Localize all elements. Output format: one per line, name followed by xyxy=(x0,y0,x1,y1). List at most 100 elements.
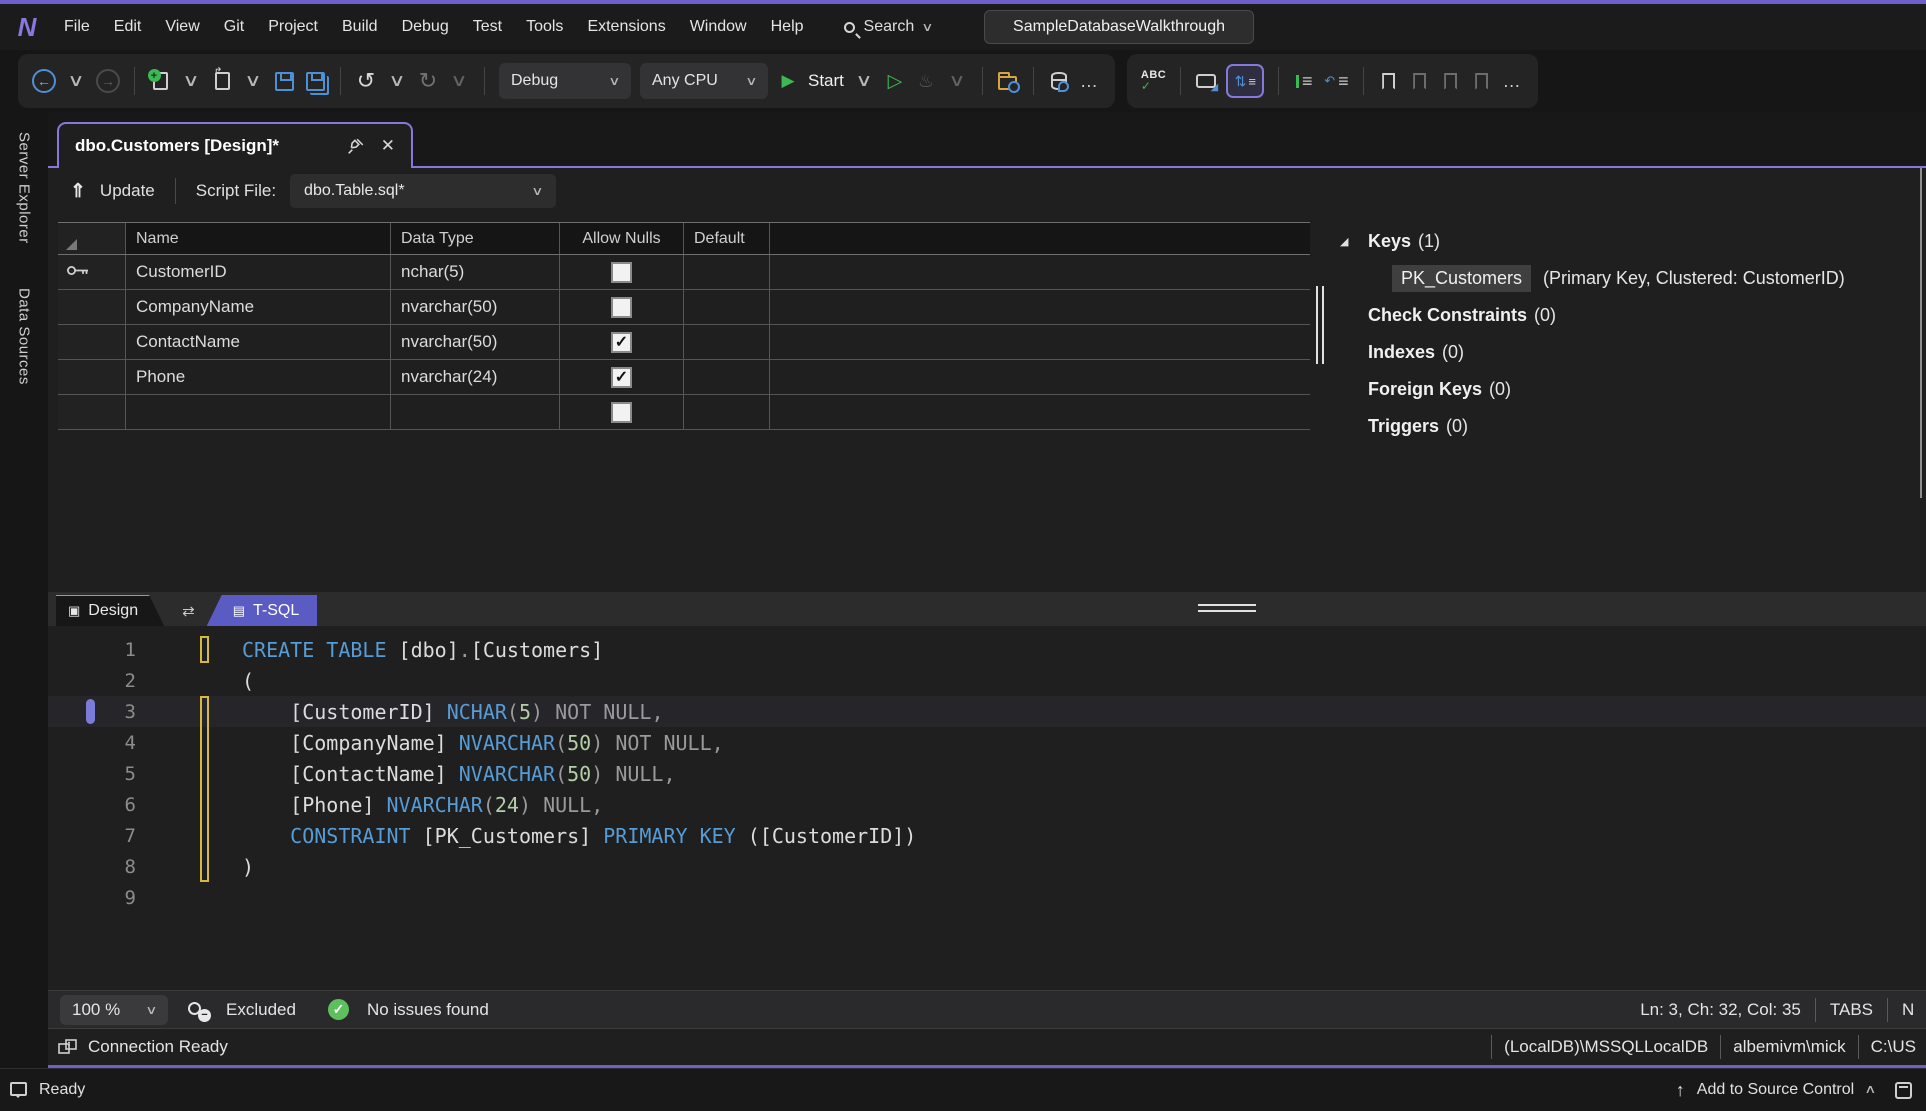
toolbar-overflow-button-2[interactable]: … xyxy=(1502,66,1524,96)
new-file-dropdown[interactable]: ∨ xyxy=(176,66,207,96)
cell-allow-nulls[interactable]: ✓ xyxy=(560,325,684,359)
allow-nulls-checkbox[interactable] xyxy=(611,262,632,283)
row-header-cell[interactable] xyxy=(58,360,126,394)
cell-data-type[interactable]: nvarchar(24) xyxy=(391,360,560,394)
code-line-1[interactable]: 1CREATE TABLE [dbo].[Customers] xyxy=(48,634,1926,665)
debug-target-dropdown[interactable]: Debug∨ xyxy=(499,63,631,99)
row-header-cell[interactable] xyxy=(58,290,126,324)
cell-name[interactable]: Phone xyxy=(126,360,391,394)
sync-selection-button[interactable]: ⇅≡ xyxy=(1226,66,1264,96)
tabs-indicator[interactable]: TABS xyxy=(1830,1000,1873,1020)
open-file-button[interactable]: ↱ xyxy=(211,66,233,96)
issues-label[interactable]: No issues found xyxy=(367,1000,489,1020)
menu-extensions[interactable]: Extensions xyxy=(575,18,677,36)
previous-bookmark-button[interactable] xyxy=(1409,66,1431,96)
next-bookmark-button[interactable] xyxy=(1440,66,1462,96)
cell-allow-nulls[interactable] xyxy=(560,255,684,289)
file-path[interactable]: C:\US xyxy=(1871,1037,1916,1057)
column-header-nulls[interactable]: Allow Nulls xyxy=(560,223,684,254)
row-header-cell[interactable] xyxy=(58,255,126,289)
code-line-8[interactable]: 8) xyxy=(48,851,1926,882)
column-header-name[interactable]: Name xyxy=(126,223,391,254)
navigate-back-dropdown[interactable]: ∨ xyxy=(61,66,92,96)
code-line-4[interactable]: 4 [CompanyName] NVARCHAR(50) NOT NULL, xyxy=(48,727,1926,758)
row-header-cell[interactable] xyxy=(58,325,126,359)
start-debug-button[interactable]: ▶ xyxy=(777,66,799,96)
menu-git[interactable]: Git xyxy=(212,18,256,36)
cell-name[interactable]: CustomerID xyxy=(126,255,391,289)
menu-help[interactable]: Help xyxy=(759,18,816,36)
save-button[interactable] xyxy=(273,66,295,96)
cell-data-type[interactable] xyxy=(391,395,560,429)
cell-default[interactable] xyxy=(684,290,770,324)
start-without-debugging-button[interactable]: ▷ xyxy=(884,66,906,96)
grid-corner-cell[interactable] xyxy=(58,223,126,254)
check-constraints-section[interactable]: Check Constraints(0) xyxy=(1368,300,1845,330)
keys-section[interactable]: ◢ Keys (1) xyxy=(1340,226,1845,256)
redo-button[interactable]: ↻ xyxy=(417,66,439,96)
caret-position[interactable]: Ln: 3, Ch: 32, Col: 35 xyxy=(1640,1000,1801,1020)
hot-reload-dropdown[interactable]: ∨ xyxy=(942,66,973,96)
menu-project[interactable]: Project xyxy=(256,18,330,36)
table-row[interactable] xyxy=(58,395,1310,430)
menu-tools[interactable]: Tools xyxy=(514,18,575,36)
cell-default[interactable] xyxy=(684,325,770,359)
cell-allow-nulls[interactable]: ✓ xyxy=(560,360,684,394)
database-user[interactable]: albemivm\mick xyxy=(1733,1037,1845,1057)
primary-key-name[interactable]: PK_Customers xyxy=(1392,265,1531,292)
allow-nulls-checkbox[interactable]: ✓ xyxy=(611,367,632,388)
hot-reload-button[interactable]: ♨ xyxy=(915,66,937,96)
increase-indent-button[interactable]: ↶≡ xyxy=(1324,66,1348,96)
spell-check-button[interactable]: ABC✓ xyxy=(1141,66,1166,96)
code-line-7[interactable]: 7 CONSTRAINT [PK_Customers] PRIMARY KEY … xyxy=(48,820,1926,851)
menu-view[interactable]: View xyxy=(153,18,211,36)
cell-data-type[interactable]: nvarchar(50) xyxy=(391,290,560,324)
toggle-comment-button[interactable] xyxy=(1195,66,1217,96)
table-row[interactable]: Phonenvarchar(24) ✓ xyxy=(58,360,1310,395)
undo-button[interactable]: ↺ xyxy=(355,66,377,96)
toggle-bookmark-button[interactable] xyxy=(1378,66,1400,96)
chevron-up-icon[interactable]: ∨ xyxy=(1864,1083,1876,1097)
menu-file[interactable]: File xyxy=(52,18,102,36)
navigate-back-button[interactable]: ← xyxy=(32,69,56,93)
cell-data-type[interactable]: nchar(5) xyxy=(391,255,560,289)
close-icon[interactable]: ✕ xyxy=(381,136,395,156)
code-line-6[interactable]: 6 [Phone] NVARCHAR(24) NULL, xyxy=(48,789,1926,820)
search-control[interactable]: Search ∨ xyxy=(844,18,933,36)
code-line-5[interactable]: 5 [ContactName] NVARCHAR(50) NULL, xyxy=(48,758,1926,789)
primary-key-item[interactable]: PK_Customers (Primary Key, Clustered: Cu… xyxy=(1392,263,1845,293)
pane-splitter-handle[interactable] xyxy=(1198,604,1256,612)
excluded-label[interactable]: Excluded xyxy=(226,1000,296,1020)
clear-bookmarks-button[interactable] xyxy=(1471,66,1493,96)
redo-dropdown[interactable]: ∨ xyxy=(444,66,475,96)
decrease-indent-button[interactable]: ≡ xyxy=(1293,66,1315,96)
side-tab-data-sources[interactable]: Data Sources xyxy=(16,288,33,385)
cell-name[interactable]: CompanyName xyxy=(126,290,391,324)
script-file-dropdown[interactable]: dbo.Table.sql*∨ xyxy=(290,174,556,208)
update-button[interactable]: Update xyxy=(100,181,155,201)
indexes-section[interactable]: Indexes(0) xyxy=(1368,337,1845,367)
save-all-button[interactable] xyxy=(304,66,326,96)
tab-design[interactable]: ▣ Design xyxy=(56,595,164,626)
server-name[interactable]: (LocalDB)\MSSQLLocalDB xyxy=(1504,1037,1708,1057)
new-file-button[interactable]: + xyxy=(149,66,171,96)
cell-data-type[interactable]: nvarchar(50) xyxy=(391,325,560,359)
add-to-source-control-button[interactable]: Add to Source Control xyxy=(1697,1081,1854,1099)
feedback-icon[interactable] xyxy=(10,1082,27,1096)
allow-nulls-checkbox[interactable]: ✓ xyxy=(611,332,632,353)
notifications-icon[interactable] xyxy=(1895,1082,1912,1099)
cell-name[interactable]: ContactName xyxy=(126,325,391,359)
row-header-cell[interactable] xyxy=(58,395,126,429)
menu-window[interactable]: Window xyxy=(678,18,759,36)
find-in-files-button[interactable] xyxy=(997,66,1019,96)
zoom-level-dropdown[interactable]: 100 %∨ xyxy=(60,995,168,1025)
table-row[interactable]: CompanyNamenvarchar(50) xyxy=(58,290,1310,325)
tab-tsql[interactable]: ▤ T-SQL xyxy=(207,595,318,626)
start-label[interactable]: Start xyxy=(808,71,844,91)
menu-debug[interactable]: Debug xyxy=(390,18,461,36)
code-line-3[interactable]: 3 [CustomerID] NCHAR(5) NOT NULL, xyxy=(48,696,1926,727)
code-line-2[interactable]: 2( xyxy=(48,665,1926,696)
solution-name-box[interactable]: SampleDatabaseWalkthrough xyxy=(984,10,1254,44)
pin-icon[interactable] xyxy=(347,137,365,155)
triggers-section[interactable]: Triggers(0) xyxy=(1368,411,1845,441)
